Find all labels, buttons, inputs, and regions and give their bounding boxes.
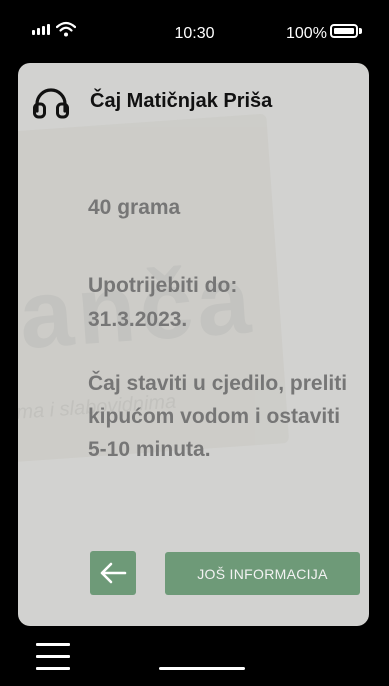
- arrow-left-icon: [100, 562, 127, 584]
- use-by-date: 31.3.2023.: [88, 308, 188, 331]
- battery-tip: [359, 28, 362, 34]
- more-info-button[interactable]: JOŠ INFORMACIJA: [165, 552, 360, 595]
- use-by-section: Upotrijebiti do: 31.3.2023.: [88, 269, 348, 337]
- product-name: Čaj Matičnjak Priša: [90, 90, 273, 112]
- product-weight: 40 grama: [88, 196, 181, 219]
- preparation-instructions: Čaj staviti u cjedilo, preliti kipućom v…: [88, 372, 348, 461]
- back-button[interactable]: [90, 551, 136, 595]
- product-card: anča ma i slabovidnima Čaj Matičnjak Pri…: [18, 63, 369, 626]
- status-bar: 10:30 100%: [0, 0, 389, 60]
- home-indicator[interactable]: [159, 667, 245, 670]
- battery-percentage: 100%: [286, 25, 327, 42]
- battery-icon: [330, 24, 358, 38]
- headphones-icon[interactable]: [32, 87, 70, 119]
- hamburger-menu-icon[interactable]: [36, 643, 70, 671]
- use-by-label: Upotrijebiti do:: [88, 274, 238, 297]
